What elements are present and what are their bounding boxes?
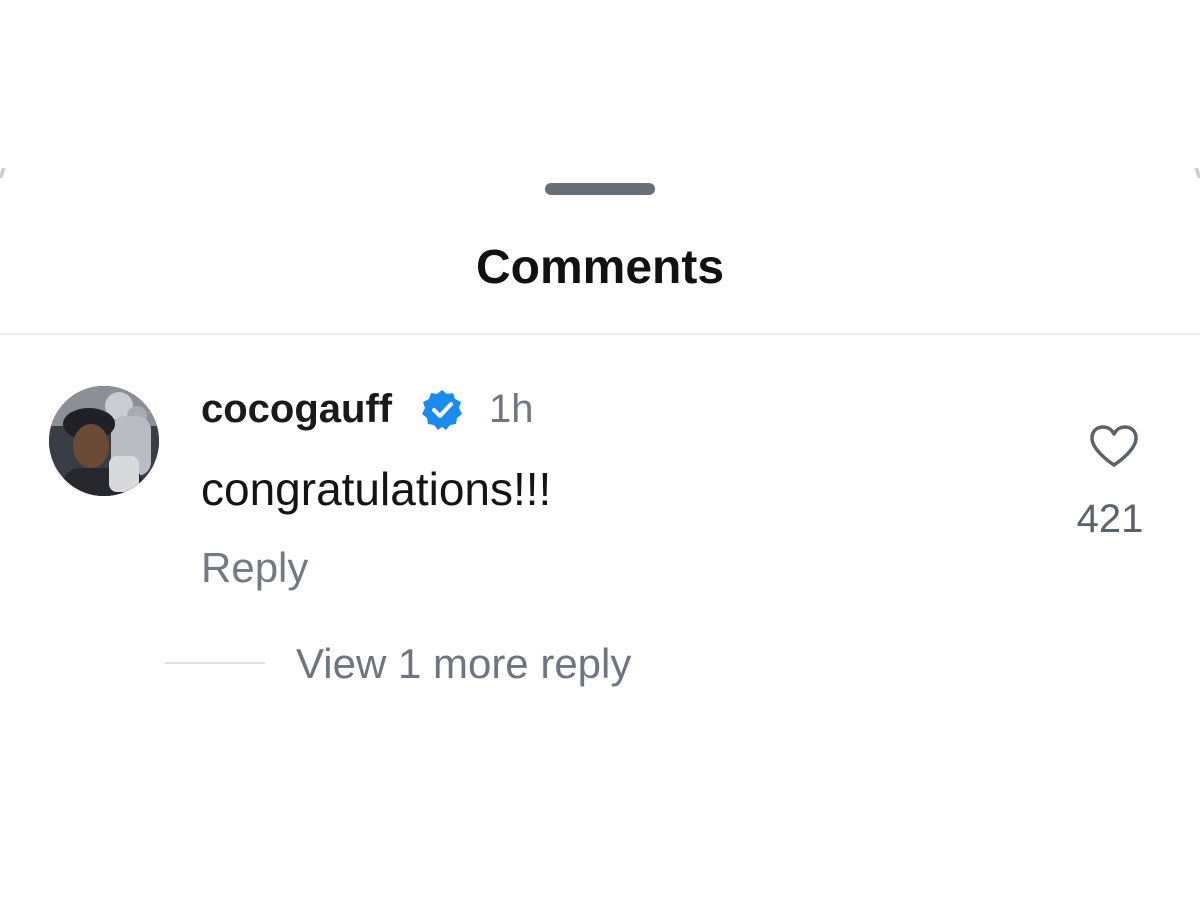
comments-sheet: Comments cocogauff 1h congratulations!!!: [0, 0, 1200, 900]
sheet-title: Comments: [475, 241, 725, 294]
header-divider: [0, 333, 1200, 335]
comment-timestamp: 1h: [489, 387, 534, 431]
avatar[interactable]: [49, 386, 159, 496]
view-more-replies-button[interactable]: View 1 more reply: [296, 638, 631, 690]
like-count: 421: [1076, 497, 1144, 541]
sheet-edge-left: [0, 168, 6, 178]
comment-text: congratulations!!!: [201, 463, 552, 515]
drag-handle[interactable]: [545, 183, 655, 195]
replies-divider-line: [165, 662, 265, 664]
avatar-image: [49, 386, 159, 496]
heart-outline-icon[interactable]: [1088, 423, 1140, 469]
sheet-edge-right: [1194, 168, 1200, 178]
comment-username[interactable]: cocogauff: [201, 384, 392, 434]
reply-button[interactable]: Reply: [201, 542, 308, 594]
verified-badge-icon: [422, 390, 462, 430]
